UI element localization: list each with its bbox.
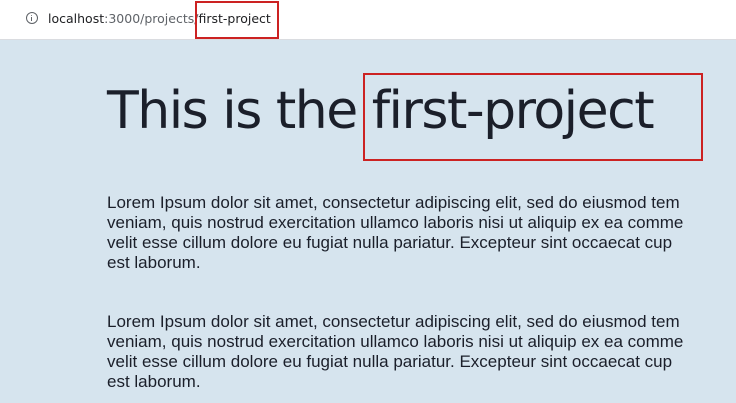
title-highlight-annotation <box>363 73 703 161</box>
page-content: This is the first-project Lorem Ipsum do… <box>0 40 736 403</box>
paragraph: Lorem Ipsum dolor sit amet, consectetur … <box>107 312 736 392</box>
paragraph-line: est laborum. <box>107 253 201 272</box>
paragraph-line: est laborum. <box>107 372 201 391</box>
address-bar[interactable]: localhost:3000/projects/first-project <box>0 0 736 40</box>
url-highlight-annotation <box>195 1 279 39</box>
paragraph-line: Lorem Ipsum dolor sit amet, consectetur … <box>107 312 680 331</box>
paragraph: Lorem Ipsum dolor sit amet, consectetur … <box>107 193 736 273</box>
paragraph-line: Lorem Ipsum dolor sit amet, consectetur … <box>107 193 680 212</box>
paragraph-line: veniam, quis nostrud exercitation ullamc… <box>107 213 684 232</box>
info-icon[interactable] <box>26 12 38 24</box>
paragraph-line: veniam, quis nostrud exercitation ullamc… <box>107 332 684 351</box>
page-title-prefix: This is the <box>107 81 372 141</box>
paragraph-line: velit esse cillum dolore eu fugiat nulla… <box>107 233 673 252</box>
url-path-prefix: :3000/projects/ <box>104 11 199 26</box>
url-host: localhost <box>48 11 105 26</box>
paragraph-line: velit esse cillum dolore eu fugiat nulla… <box>107 352 673 371</box>
